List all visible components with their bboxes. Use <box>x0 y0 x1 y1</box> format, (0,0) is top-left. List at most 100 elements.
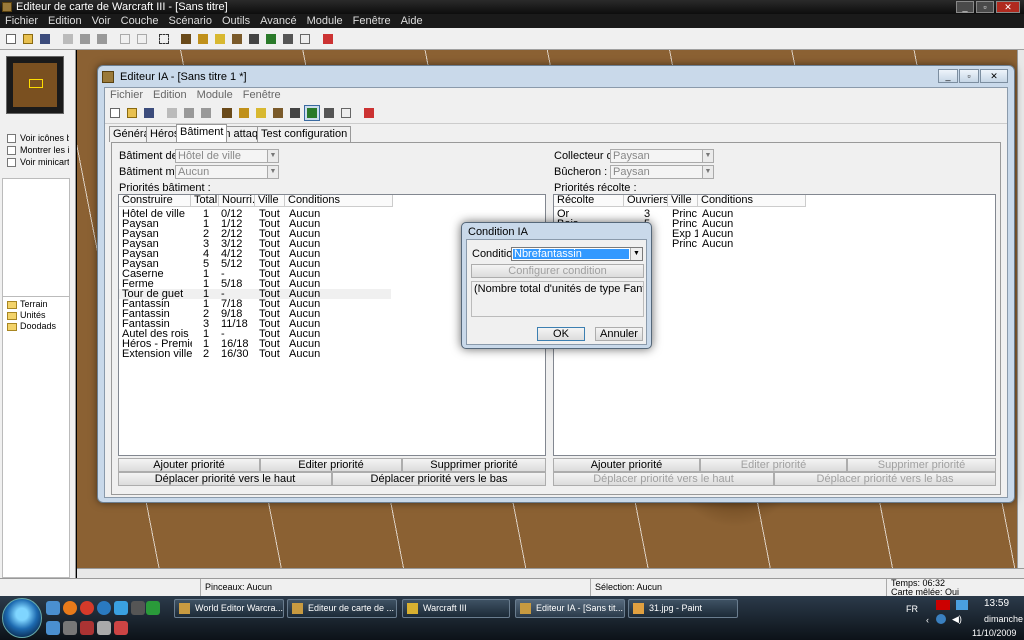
menu-aide[interactable]: Aide <box>396 14 428 28</box>
save-icon[interactable] <box>141 105 157 121</box>
layer-tree[interactable]: Terrain Unités Doodads <box>2 296 70 578</box>
run-map-icon[interactable] <box>361 105 377 121</box>
table-row[interactable]: Tour de guet 1 - Tout Aucun <box>119 289 391 299</box>
harvest-edit-priority-button[interactable]: Editer priorité <box>700 458 847 472</box>
quicklaunch-icon-4[interactable] <box>80 621 94 635</box>
sound-editor-icon[interactable] <box>212 31 228 47</box>
col-recolte[interactable]: Récolte <box>554 195 624 207</box>
cut-icon[interactable] <box>164 105 180 121</box>
col-ville[interactable]: Ville <box>668 195 698 207</box>
quicklaunch-icon-5[interactable] <box>97 621 111 635</box>
menu-scenario[interactable]: Scénario <box>164 14 217 28</box>
table-row[interactable]: Ferme 1 5/18 Tout Aucun <box>119 279 391 289</box>
import-manager-icon[interactable] <box>280 31 296 47</box>
cancel-button[interactable]: Annuler <box>595 327 643 341</box>
minimize-button[interactable]: _ <box>956 1 974 13</box>
col-construire[interactable]: Construire <box>119 195 191 207</box>
col-total[interactable]: Total <box>191 195 219 207</box>
bucheron-select[interactable]: Paysan ▼ <box>610 165 714 179</box>
sound-editor-icon[interactable] <box>253 105 269 121</box>
table-row[interactable]: Paysan 4 4/12 Tout Aucun <box>119 249 391 259</box>
network-icon[interactable] <box>956 600 968 610</box>
quicklaunch-icon-2[interactable] <box>46 621 60 635</box>
save-icon[interactable] <box>37 31 53 47</box>
task-paint[interactable]: 31.jpg - Paint <box>628 599 738 618</box>
col-conditions[interactable]: Conditions <box>285 195 393 207</box>
batiment-minier-select[interactable]: Aucun ▼ <box>175 165 279 179</box>
col-nourriture[interactable]: Nourri... <box>219 195 255 207</box>
ai-close-button[interactable]: ✕ <box>980 69 1008 83</box>
harvest-move-up-button[interactable]: Déplacer priorité vers le haut <box>553 472 774 486</box>
minimap[interactable] <box>6 56 64 114</box>
unit-editor-icon[interactable] <box>236 105 252 121</box>
browser-icon[interactable] <box>80 601 94 615</box>
help-icon[interactable] <box>936 614 946 624</box>
ai-maximize-button[interactable]: ▫ <box>959 69 979 83</box>
menu-outils[interactable]: Outils <box>217 14 255 28</box>
ai-editor-icon[interactable] <box>263 31 279 47</box>
tab-test-configuration[interactable]: Test configuration <box>257 126 352 142</box>
ai-menu-fenetre[interactable]: Fenêtre <box>238 88 286 102</box>
harvest-move-down-button[interactable]: Déplacer priorité vers le bas <box>774 472 996 486</box>
table-row[interactable]: Fantassin 1 7/18 Tout Aucun <box>119 299 391 309</box>
unit-editor-icon[interactable] <box>195 31 211 47</box>
table-row[interactable]: Fantassin 3 11/18 Tout Aucun <box>119 319 391 329</box>
paste-icon[interactable] <box>198 105 214 121</box>
table-row[interactable]: Héros - Premier 1 16/18 Tout Aucun <box>119 339 391 349</box>
menu-fenetre[interactable]: Fenêtre <box>348 14 396 28</box>
table-row[interactable]: Fantassin 2 9/18 Tout Aucun <box>119 309 391 319</box>
tab-batiment[interactable]: Bâtiment <box>176 124 228 142</box>
open-folder-icon[interactable] <box>124 105 140 121</box>
table-row[interactable]: Autel des rois 1 - Tout Aucun <box>119 329 391 339</box>
tree-item-doodads[interactable]: Doodads <box>7 321 56 332</box>
editor-icon[interactable] <box>146 601 160 615</box>
new-file-icon[interactable] <box>3 31 19 47</box>
add-priority-button[interactable]: Ajouter priorité <box>118 458 260 472</box>
col-conditions[interactable]: Conditions <box>698 195 806 207</box>
menu-couche[interactable]: Couche <box>116 14 164 28</box>
import-manager-icon[interactable] <box>321 105 337 121</box>
clock-time[interactable]: 13:59 <box>984 598 1009 609</box>
task-warcraft[interactable]: Warcraft III <box>402 599 510 618</box>
language-indicator[interactable]: FR <box>906 604 918 614</box>
messenger-icon[interactable] <box>114 601 128 615</box>
tree-item-terrain[interactable]: Terrain <box>7 299 48 310</box>
task-ai-editor[interactable]: Editeur IA - [Sans tit... <box>515 599 625 618</box>
harvest-add-priority-button[interactable]: Ajouter priorité <box>553 458 700 472</box>
task-world-editor[interactable]: World Editor Warcra... <box>174 599 284 618</box>
object-editor-icon[interactable] <box>270 105 286 121</box>
condition-select[interactable]: Nbrefantassin ▼ <box>511 247 643 261</box>
paste-icon[interactable] <box>94 31 110 47</box>
quicklaunch-icon-3[interactable] <box>63 621 77 635</box>
cut-icon[interactable] <box>60 31 76 47</box>
tray-expand-icon[interactable]: ‹ <box>926 615 929 625</box>
table-row[interactable]: Paysan 1 1/12 Tout Aucun <box>119 219 391 229</box>
redo-icon[interactable] <box>134 31 150 47</box>
palette-panel[interactable] <box>2 178 70 298</box>
menu-fichier[interactable]: Fichier <box>0 14 43 28</box>
ie-icon[interactable] <box>97 601 111 615</box>
move-priority-up-button[interactable]: Déplacer priorité vers le haut <box>118 472 332 486</box>
harvest-delete-priority-button[interactable]: Supprimer priorité <box>847 458 996 472</box>
configure-condition-button[interactable]: Configurer condition <box>471 264 644 278</box>
table-row[interactable]: Paysan 2 2/12 Tout Aucun <box>119 229 391 239</box>
undo-icon[interactable] <box>117 31 133 47</box>
campaign-editor-icon[interactable] <box>287 105 303 121</box>
collecteur-select[interactable]: Paysan ▼ <box>610 149 714 163</box>
edit-priority-button[interactable]: Editer priorité <box>260 458 402 472</box>
start-button[interactable] <box>2 598 42 638</box>
ai-menu-edition[interactable]: Edition <box>148 88 192 102</box>
select-icon[interactable] <box>156 31 172 47</box>
table-row[interactable]: Extension ville 2 16/30 Tout Aucun <box>119 349 391 359</box>
maximize-button[interactable]: ▫ <box>976 1 994 13</box>
table-row[interactable]: Hôtel de ville 1 0/12 Tout Aucun <box>119 209 391 219</box>
terrain-editor-icon[interactable] <box>219 105 235 121</box>
checkbox-montrer-les[interactable]: Montrer les ic <box>7 144 69 156</box>
ati-icon[interactable] <box>936 600 950 610</box>
terrain-editor-icon[interactable] <box>178 31 194 47</box>
menu-voir[interactable]: Voir <box>87 14 116 28</box>
ai-menu-module[interactable]: Module <box>192 88 238 102</box>
campaign-editor-icon[interactable] <box>246 31 262 47</box>
new-file-icon[interactable] <box>107 105 123 121</box>
app-icon[interactable] <box>131 601 145 615</box>
